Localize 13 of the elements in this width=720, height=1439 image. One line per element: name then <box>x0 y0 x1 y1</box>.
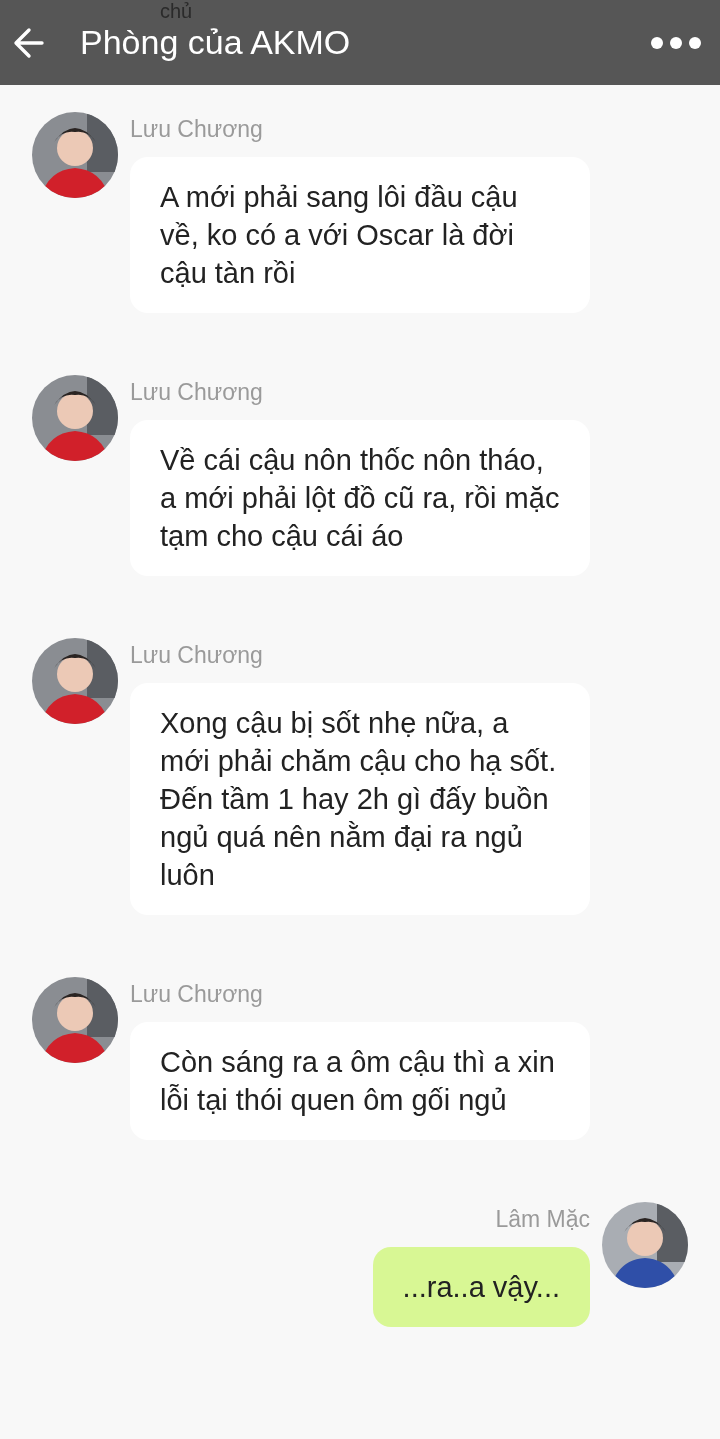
back-icon[interactable] <box>12 25 46 60</box>
sender-name: Lưu Chương <box>130 642 263 669</box>
sender-name: Lưu Chương <box>130 981 263 1008</box>
message-bubble: Còn sáng ra a ôm cậu thì a xin lỗi tại thói quen ôm gối ngủ <box>130 1022 590 1140</box>
message-bubble: Về cái cậu nôn thốc nôn tháo, a mới phải lột đồ cũ ra, rồi mặc tạm cho cậu cái áo <box>130 420 590 576</box>
message-bubble: A mới phải sang lôi đầu cậu về, ko có a với Oscar là đời cậu tàn rồi <box>130 157 590 313</box>
sender-name: Lưu Chương <box>130 116 263 143</box>
sender-name: Lâm Mặc <box>495 1206 590 1233</box>
more-icon[interactable] <box>650 35 702 50</box>
sender-name: Lưu Chương <box>130 379 263 406</box>
room-title: Phòng của AKMO <box>80 23 352 62</box>
message-bubble: ...ra..a vậy... <box>372 1247 590 1327</box>
message-bubble: Xong cậu bị sốt nhẹ nữa, a mới phải chăm cậu cho hạ sốt. Đến tầm 1 hay 2h gì đấy buồn ngủ quá nên nằm đại ra ngủ luôn <box>130 683 590 915</box>
